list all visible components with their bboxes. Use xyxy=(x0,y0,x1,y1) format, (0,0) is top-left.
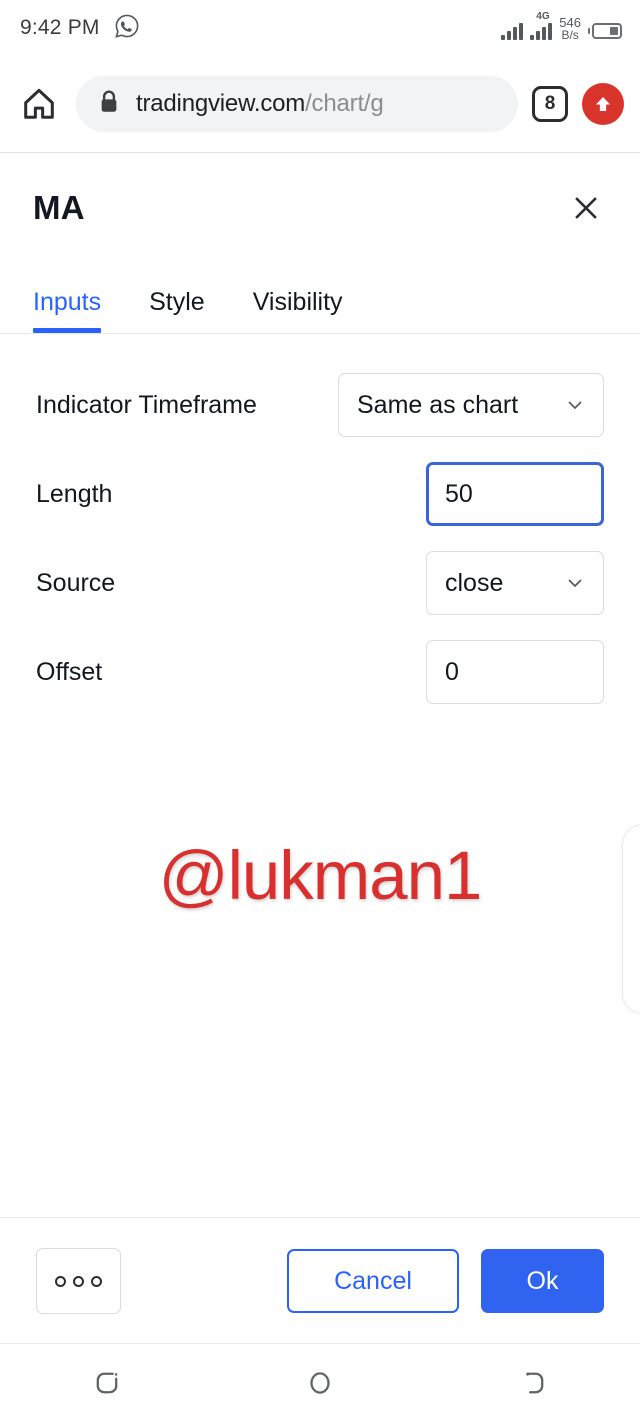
upload-arrow-icon[interactable] xyxy=(582,83,624,125)
home-icon[interactable] xyxy=(16,85,62,123)
chevron-down-icon xyxy=(563,571,587,595)
field-indicator-timeframe: Indicator Timeframe Same as chart xyxy=(36,372,604,438)
more-options-button[interactable] xyxy=(36,1248,121,1314)
side-edge-panel[interactable] xyxy=(622,824,640,1014)
home-circle-icon[interactable] xyxy=(275,1353,365,1413)
browser-toolbar: tradingview.com/chart/g 8 xyxy=(0,56,640,153)
indicator-timeframe-select[interactable]: Same as chart xyxy=(338,373,604,437)
tab-count-label: 8 xyxy=(544,93,556,114)
dot-icon xyxy=(55,1275,66,1287)
indicator-timeframe-value: Same as chart xyxy=(357,390,519,419)
field-length: Length 50 xyxy=(36,461,604,527)
offset-input[interactable]: 0 xyxy=(426,640,604,704)
signal-bars-icon xyxy=(501,23,524,41)
status-clock: 9:42 PM xyxy=(20,16,100,39)
dialog-header: MA xyxy=(0,154,640,262)
chevron-down-icon xyxy=(563,393,587,417)
signal-bars-4g-icon: 4G xyxy=(530,12,553,41)
watermark-text: @lukman1 xyxy=(158,837,483,914)
field-label-length: Length xyxy=(36,479,113,508)
status-bar: 9:42 PM 4G 546 B/s xyxy=(0,0,640,56)
tab-style[interactable]: Style xyxy=(149,288,205,333)
dialog-footer: Cancel Ok xyxy=(0,1217,640,1344)
inputs-form: Indicator Timeframe Same as chart Length… xyxy=(0,334,640,705)
whatsapp-icon xyxy=(114,13,140,44)
data-rate-indicator: 546 B/s xyxy=(559,14,581,42)
indicator-settings-dialog: MA Inputs Style Visibility Indicator Tim… xyxy=(0,154,640,1344)
url-domain: tradingview.com xyxy=(136,90,306,117)
android-nav-bar xyxy=(0,1343,640,1422)
field-offset: Offset 0 xyxy=(36,639,604,705)
length-input[interactable]: 50 xyxy=(426,462,604,526)
cancel-button[interactable]: Cancel xyxy=(287,1249,459,1313)
field-label-indicator-timeframe: Indicator Timeframe xyxy=(36,390,257,419)
length-value: 50 xyxy=(445,479,473,508)
back-icon[interactable] xyxy=(488,1353,578,1413)
url-text: tradingview.com/chart/g xyxy=(136,90,384,118)
url-bar[interactable]: tradingview.com/chart/g xyxy=(76,76,518,132)
status-bar-right: 4G 546 B/s xyxy=(501,12,622,42)
page-title: MA xyxy=(33,189,85,226)
field-label-source: Source xyxy=(36,568,116,597)
tab-inputs[interactable]: Inputs xyxy=(33,288,102,333)
tab-visibility[interactable]: Visibility xyxy=(253,288,343,333)
url-path: /chart/g xyxy=(305,90,384,117)
source-select[interactable]: close xyxy=(426,551,604,615)
recents-icon[interactable] xyxy=(62,1353,152,1413)
offset-value: 0 xyxy=(445,657,459,686)
lock-icon xyxy=(98,89,120,120)
dialog-tabs: Inputs Style Visibility xyxy=(0,262,640,334)
network-type-label: 4G xyxy=(536,11,550,23)
data-rate-value: 546 xyxy=(559,14,581,30)
field-source: Source close xyxy=(36,550,604,616)
dialog-actions: Cancel Ok xyxy=(287,1249,604,1313)
data-rate-unit: B/s xyxy=(561,28,579,42)
dot-icon xyxy=(91,1275,102,1287)
ok-button[interactable]: Ok xyxy=(481,1249,604,1313)
battery-icon xyxy=(588,23,622,40)
tab-counter-button[interactable]: 8 xyxy=(532,86,568,122)
status-bar-left: 9:42 PM xyxy=(20,13,140,44)
close-icon[interactable] xyxy=(564,186,608,230)
source-value: close xyxy=(445,568,504,597)
dot-icon xyxy=(73,1275,84,1287)
field-label-offset: Offset xyxy=(36,657,103,686)
